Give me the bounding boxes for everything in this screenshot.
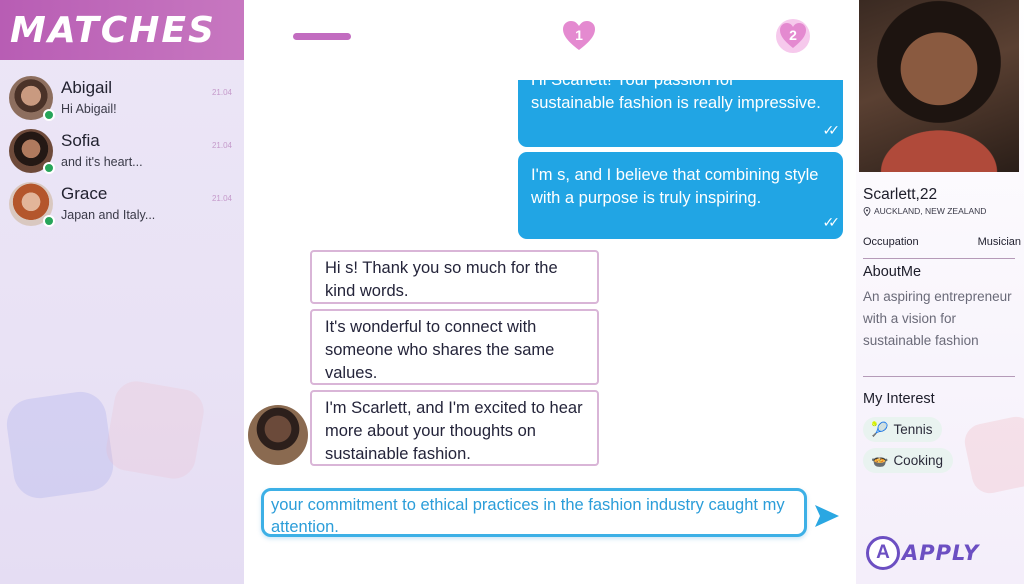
location-pin-icon [863, 206, 871, 216]
heart-counter-1[interactable]: 1 [561, 18, 597, 54]
match-preview: and it's heart... [61, 155, 143, 169]
interest-label: Cooking [893, 453, 943, 468]
matches-header: MATCHES [0, 0, 244, 60]
heart-counter-label: 2 [789, 26, 797, 43]
double-check-icon: ✓✓ [822, 122, 841, 138]
profile-name-age: Scarlett,22 [863, 186, 938, 203]
divider [863, 258, 1015, 259]
match-time: 21.04 [211, 141, 232, 150]
sender-avatar[interactable] [248, 405, 308, 465]
occupation-row: Occupation Musician [863, 236, 1021, 248]
incoming-message: It's wonderful to connect with someone w… [310, 309, 599, 385]
chat-top-bar: 1 2 [244, 0, 856, 72]
occupation-value: Musician [977, 236, 1021, 248]
outgoing-message: I'm s, and I believe that combining styl… [518, 152, 843, 239]
about-text: An aspiring entrepreneur with a vision f… [863, 289, 1012, 348]
match-time: 21.04 [211, 88, 232, 97]
message-text: I'm Scarlett, and I'm excited to hear mo… [325, 399, 583, 463]
match-name: Abigail [61, 78, 113, 97]
background-heart-decoration [3, 388, 117, 502]
apply-logo: A APPLY [866, 536, 979, 570]
about-title: AboutMe [863, 264, 922, 280]
message-text: It's wonderful to connect with someone w… [325, 318, 555, 382]
outgoing-message: Hi Scarlett! Your passion for sustainabl… [518, 80, 843, 147]
avatar [9, 129, 55, 174]
send-button[interactable] [812, 501, 842, 531]
message-text-partial: Hi Scarlett! Your passion for [531, 80, 735, 89]
match-list: Abigail Hi Abigail! 21.04 Sofia and it's… [0, 72, 244, 231]
message-text: Hi s! Thank you so much for the kind wor… [325, 259, 558, 300]
online-status-dot [43, 162, 55, 174]
match-item-grace[interactable]: Grace Japan and Italy... 21.04 [0, 178, 244, 231]
location-text: AUCKLAND, NEW ZEALAND [874, 206, 987, 216]
message-input-text: your commitment to ethical practices in … [271, 496, 785, 536]
avatar [9, 76, 55, 121]
menu-handle[interactable] [293, 33, 351, 40]
interest-chip-tennis[interactable]: 🎾 Tennis [863, 417, 943, 442]
apply-wordmark: APPLY [902, 541, 980, 565]
match-name: Grace [61, 184, 108, 203]
background-heart-decoration [102, 377, 208, 483]
incoming-message: I'm Scarlett, and I'm excited to hear mo… [310, 390, 599, 466]
matches-sidebar: MATCHES Abigail Hi Abigail! 21.04 Sofia … [0, 0, 244, 584]
match-preview: Japan and Italy... [61, 208, 156, 222]
background-heart-decoration [961, 413, 1024, 497]
online-status-dot [43, 109, 55, 121]
incoming-message: Hi s! Thank you so much for the kind wor… [310, 250, 599, 304]
occupation-label: Occupation [863, 236, 919, 248]
match-name: Sofia [61, 131, 100, 150]
online-status-dot [43, 215, 55, 227]
match-item-abigail[interactable]: Abigail Hi Abigail! 21.04 [0, 72, 244, 125]
chat-panel: 1 2 Hi Scarlett! Your passion for sustai… [244, 0, 856, 584]
divider [863, 376, 1015, 377]
matches-title: MATCHES [10, 9, 216, 51]
heart-counter-2[interactable]: 2 [775, 18, 811, 54]
interest-label: Tennis [893, 422, 933, 437]
message-text: sustainable fashion is really impressive… [531, 94, 821, 112]
apply-badge: A [866, 536, 900, 570]
avatar [9, 182, 55, 227]
interest-title: My Interest [863, 391, 935, 407]
heart-counter-label: 1 [575, 26, 583, 43]
cooking-bowl-icon: 🍲 [871, 452, 889, 468]
send-icon [815, 505, 839, 527]
match-item-sofia[interactable]: Sofia and it's heart... 21.04 [0, 125, 244, 178]
message-input[interactable]: your commitment to ethical practices in … [261, 488, 807, 537]
tennis-racket-icon: 🎾 [871, 421, 889, 437]
profile-panel: Scarlett,22 AUCKLAND, NEW ZEALAND Occupa… [856, 0, 1024, 584]
message-text: I'm s, and I believe that combining styl… [531, 166, 819, 207]
interest-chip-cooking[interactable]: 🍲 Cooking [863, 448, 953, 473]
double-check-icon: ✓✓ [822, 214, 841, 230]
profile-location: AUCKLAND, NEW ZEALAND [863, 206, 986, 216]
match-preview: Hi Abigail! [61, 102, 117, 116]
match-time: 21.04 [211, 194, 232, 203]
profile-photo[interactable] [859, 0, 1019, 172]
